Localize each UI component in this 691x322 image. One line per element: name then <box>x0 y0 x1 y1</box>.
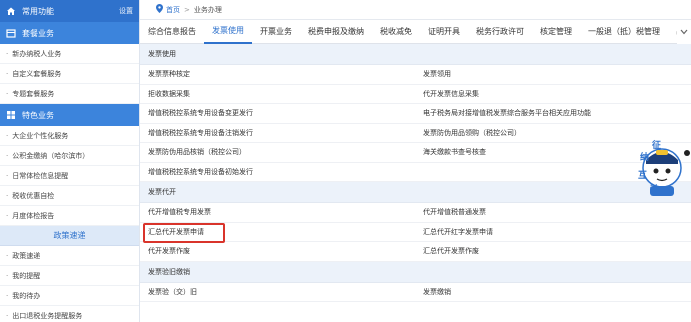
category-tabs: 综合信息报告 发票使用 开票业务 税费申报及缴纳 税收减免 证明开具 税务行政许… <box>140 20 691 44</box>
table-row: 代开增值税专用发票 代开增值税普通发票 <box>140 203 691 223</box>
sidebar: 常用功能 设置 套餐业务 · 新办纳税人业务 · 自定义套餐服务 · 专题套餐服务 特… <box>0 0 140 322</box>
menu-item[interactable]: 发票防伪用品核销（税控公司） <box>140 143 415 162</box>
mascot-char: 动 <box>650 185 660 195</box>
table-row: 汇总代开发票申请 汇总代开红字发票申请 <box>140 222 691 243</box>
main-content: 首页 > 业务办理 综合信息报告 发票使用 开票业务 税费申报及缴纳 税收减免 … <box>140 0 691 322</box>
section-header-invoice-agent: 发票代开 <box>140 182 691 203</box>
home-icon <box>6 6 16 16</box>
mascot-char: 互 <box>638 171 648 181</box>
interaction-mascot-widget[interactable]: 征 纳 互 动 <box>636 138 690 200</box>
sidebar-item-export-refund[interactable]: · 出口退税业务提醒服务 <box>0 306 139 322</box>
sidebar-header-package[interactable]: 套餐业务 <box>0 22 139 44</box>
sidebar-item-enterprise[interactable]: · 大企业个性化服务 <box>0 126 139 146</box>
menu-item[interactable]: 电子税务局对接增值税发票综合服务平台相关应用功能 <box>415 104 690 123</box>
sidebar-header-common[interactable]: 常用功能 设置 <box>0 0 139 22</box>
tab-invoicing[interactable]: 开票业务 <box>252 20 300 44</box>
tab-general-report[interactable]: 综合信息报告 <box>140 20 204 44</box>
sidebar-item-monthly-report[interactable]: · 月度体检报告 <box>0 206 139 226</box>
breadcrumb-separator: > <box>184 5 190 14</box>
sidebar-item-label: 大企业个性化服务 <box>12 131 69 140</box>
menu-item[interactable]: 增值税税控系统专用设备变更发行 <box>140 104 415 123</box>
sidebar-item-label: 我的提醒 <box>12 271 41 280</box>
tab-admin-permit[interactable]: 税务行政许可 <box>468 20 532 44</box>
menu-item[interactable]: 汇总代开红字发票申请 <box>415 223 690 242</box>
sidebar-item-housing-fund[interactable]: · 公积金缴纳（哈尔滨市） <box>0 146 139 166</box>
breadcrumb: 首页 > 业务办理 <box>140 0 691 20</box>
sidebar-item-custom-package[interactable]: · 自定义套餐服务 <box>0 64 139 84</box>
sidebar-item-label: 出口退税业务提醒服务 <box>12 311 83 320</box>
breadcrumb-home-link[interactable]: 首页 <box>166 5 180 15</box>
menu-item[interactable]: 拒收数据采集 <box>140 85 415 104</box>
menu-item[interactable]: 代开增值税专用发票 <box>140 203 415 222</box>
menu-item[interactable]: 代开发票作废 <box>140 242 415 261</box>
sidebar-item-daily-check[interactable]: · 日常体检信息提醒 <box>0 166 139 186</box>
breadcrumb-current: 业务办理 <box>193 5 222 14</box>
sidebar-item-label: 月度体检报告 <box>12 211 55 220</box>
sidebar-item-my-todo[interactable]: · 我的待办 <box>0 286 139 306</box>
table-row: 发票防伪用品核销（税控公司） 海关缴款书查号核查 <box>140 143 691 163</box>
location-pin-icon <box>156 4 163 15</box>
sidebar-special-label: 特色业务 <box>22 110 54 120</box>
grid-icon <box>6 110 16 120</box>
tab-assessment[interactable]: 核定管理 <box>532 20 580 44</box>
chevron-down-icon <box>680 28 688 37</box>
tab-tax-relief[interactable]: 税收减免 <box>372 20 420 44</box>
tab-tax-filing[interactable]: 税费申报及缴纳 <box>300 20 372 44</box>
menu-item[interactable]: 增值税税控系统专用设备注销发行 <box>140 124 415 143</box>
section-header-invoice-use: 发票使用 <box>140 44 691 65</box>
table-row: 增值税税控系统专用设备初始发行 <box>140 162 691 182</box>
sidebar-item-policy-express[interactable]: · 政策速递 <box>0 246 139 266</box>
sidebar-item-label: 我的待办 <box>12 291 41 300</box>
settings-link[interactable]: 设置 <box>119 6 133 16</box>
menu-item[interactable]: 发票票种核定 <box>140 65 415 84</box>
sidebar-item-label: 新办纳税人业务 <box>12 49 62 58</box>
sidebar-common-label: 常用功能 <box>22 6 54 16</box>
table-row: 拒收数据采集 代开发票信息采集 <box>140 84 691 104</box>
table-row: 增值税税控系统专用设备注销发行 发票防伪用品领购（税控公司） <box>140 123 691 143</box>
menu-item[interactable]: 发票验（交）旧 <box>140 283 415 302</box>
highlight-box <box>143 222 225 243</box>
menu-item-summary-agent-invoice[interactable]: 汇总代开发票申请 <box>140 222 415 243</box>
tab-certificate[interactable]: 证明开具 <box>420 20 468 44</box>
menu-item[interactable]: 代开发票信息采集 <box>415 85 690 104</box>
sidebar-item-topic-package[interactable]: · 专题套餐服务 <box>0 84 139 104</box>
menu-item[interactable]: 发票领用 <box>415 65 690 84</box>
close-icon[interactable] <box>684 150 690 156</box>
sidebar-item-my-reminders[interactable]: · 我的提醒 <box>0 266 139 286</box>
package-icon <box>6 28 16 38</box>
tab-invoice-use[interactable]: 发票使用 <box>204 20 252 44</box>
mascot-char: 纳 <box>640 153 650 163</box>
table-row: 代开发票作废 汇总代开发票作废 <box>140 242 691 262</box>
sidebar-item-label: 日常体检信息提醒 <box>12 171 69 180</box>
table-row: 发票票种核定 发票领用 <box>140 65 691 85</box>
sidebar-header-policy[interactable]: 政策速递 <box>0 226 139 246</box>
menu-item[interactable]: 发票缴销 <box>415 283 690 302</box>
sidebar-item-tax-preference[interactable]: · 税收优惠自检 <box>0 186 139 206</box>
tab-refund[interactable]: 一般退（抵）税管理 <box>580 20 668 44</box>
sidebar-package-label: 套餐业务 <box>22 28 54 38</box>
sidebar-item-new-taxpayer[interactable]: · 新办纳税人业务 <box>0 44 139 64</box>
menu-item[interactable]: 汇总代开发票作废 <box>415 242 690 261</box>
section-header-invoice-verify: 发票验旧缴销 <box>140 261 691 283</box>
sidebar-item-label: 自定义套餐服务 <box>12 69 62 78</box>
mascot-char: 征 <box>652 141 662 151</box>
sidebar-item-label: 政策速递 <box>12 251 41 260</box>
sidebar-item-label: 公积金缴纳（哈尔滨市） <box>12 151 90 160</box>
sidebar-item-label: 税收优惠自检 <box>12 191 55 200</box>
menu-item[interactable]: 代开增值税普通发票 <box>415 203 690 222</box>
table-row: 发票验（交）旧 发票缴销 <box>140 282 691 302</box>
tabs-scroll-right-button[interactable] <box>677 20 691 44</box>
menu-item[interactable]: 增值税税控系统专用设备初始发行 <box>140 163 415 182</box>
sidebar-item-label: 专题套餐服务 <box>12 89 55 98</box>
app-root: 常用功能 设置 套餐业务 · 新办纳税人业务 · 自定义套餐服务 · 专题套餐服务 特… <box>0 0 691 322</box>
table-row: 增值税税控系统专用设备变更发行 电子税务局对接增值税发票综合服务平台相关应用功能 <box>140 104 691 124</box>
sidebar-header-special[interactable]: 特色业务 <box>0 104 139 126</box>
